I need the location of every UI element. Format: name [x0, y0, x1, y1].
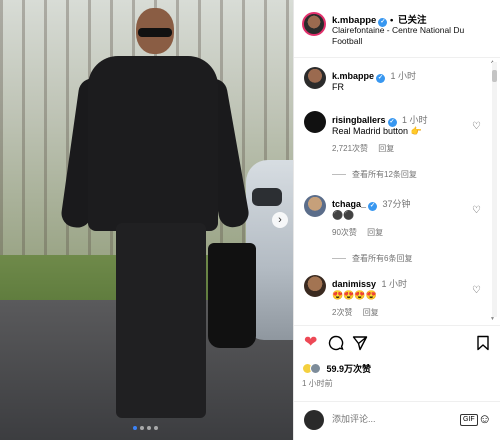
liker-avatars [302, 363, 324, 374]
likes-count[interactable]: 59.9万次赞 [302, 362, 371, 375]
comment-username[interactable]: tchaga_ [332, 199, 366, 209]
comment-author: tchaga_ ✓ 37分钟 [332, 197, 411, 211]
comment-text: 😍😍😍😍 [332, 290, 377, 300]
comment-username[interactable]: danimissy [332, 279, 376, 289]
comment-username[interactable]: risingballers [332, 115, 386, 125]
caption-author: k.mbappe ✓ 1 小时 [332, 69, 416, 83]
verified-badge-icon: ✓ [368, 202, 378, 211]
comment-author: danimissy 1 小时 [332, 277, 407, 290]
comment-like-icon[interactable]: ♡ [472, 121, 481, 132]
avatar[interactable] [304, 67, 326, 89]
reply-button[interactable]: 回复 [378, 144, 394, 153]
car-headlight [252, 188, 282, 206]
scroll-down-icon[interactable]: ▼ [490, 316, 495, 322]
comment-time: 1 小时 [381, 279, 408, 289]
caption-text: FR [332, 82, 344, 92]
caption-username[interactable]: k.mbappe [332, 71, 374, 81]
liker-avatar [310, 363, 321, 374]
avatar [304, 410, 324, 430]
comment-time: 1 小时 [402, 115, 428, 125]
caption-time: 1 小时 [390, 71, 417, 81]
view-replies-button[interactable]: 查看所有6条回复 [352, 253, 412, 264]
post-header: k.mbappe ✓ • 已关注 Clairefontaine - Centre … [294, 0, 500, 58]
comment-text: ⚫⚫ [332, 210, 355, 220]
emoji-icon[interactable]: ☺ [478, 411, 491, 426]
heart-filled-icon[interactable]: ❤ [304, 335, 317, 351]
comments-list[interactable]: k.mbappe ✓ 1 小时 FR risingballers ✓ 1 小时 Re… [294, 59, 494, 321]
comment-likes[interactable]: 2次赞 [332, 308, 352, 317]
comment-likes[interactable]: 2,721次赞 [332, 144, 368, 153]
carousel-dot[interactable] [147, 426, 151, 430]
avatar[interactable] [304, 195, 326, 217]
comment-text: Real Madrid button 👉 [332, 126, 422, 136]
post-media[interactable]: › [0, 0, 293, 440]
gif-button[interactable]: GIF [460, 414, 478, 426]
comment-icon-svg [328, 335, 344, 351]
person-bag [208, 243, 256, 348]
comment-author: risingballers ✓ 1 小时 [332, 113, 428, 127]
comment-meta: 2次赞 回复 [332, 307, 387, 318]
post-person [59, 8, 256, 428]
comment-input[interactable] [332, 414, 452, 424]
send-icon-svg [352, 336, 368, 351]
carousel-dot[interactable] [133, 426, 137, 430]
comment-meta: 2,721次赞 回复 [332, 143, 402, 154]
comments-scrollbar[interactable] [492, 62, 497, 317]
carousel-dot[interactable] [140, 426, 144, 430]
person-sunglasses [138, 28, 172, 37]
post-actions: ❤ 59.9万次赞 1 小时前 GIF ☺ [294, 325, 500, 440]
post-side-panel: k.mbappe ✓ • 已关注 Clairefontaine - Centre … [293, 0, 500, 440]
comment-like-icon[interactable]: ♡ [472, 205, 481, 216]
comment-meta: 90次赞 回复 [332, 227, 391, 238]
comment-time: 37分钟 [382, 199, 411, 209]
view-replies-button[interactable]: 查看所有12条回复 [352, 169, 417, 180]
comment-like-icon[interactable]: ♡ [472, 285, 481, 296]
person-legs [116, 223, 206, 418]
comment-likes[interactable]: 90次赞 [332, 228, 357, 237]
avatar[interactable] [302, 12, 326, 36]
reply-button[interactable]: 回复 [367, 228, 383, 237]
verified-badge-icon: ✓ [376, 74, 386, 83]
carousel-dots [133, 426, 158, 430]
bookmark-icon-svg [477, 335, 489, 351]
comment-composer: GIF ☺ [294, 401, 500, 440]
comment-icon[interactable] [328, 335, 344, 355]
carousel-dot[interactable] [154, 426, 158, 430]
bookmark-icon[interactable] [476, 335, 490, 355]
avatar[interactable] [304, 111, 326, 133]
likes-text[interactable]: 59.9万次赞 [327, 364, 372, 374]
post-location[interactable]: Clairefontaine - Centre National Du Foot… [332, 25, 492, 47]
avatar[interactable] [304, 275, 326, 297]
posted-time: 1 小时前 [302, 379, 333, 388]
reply-button[interactable]: 回复 [363, 308, 379, 317]
person-torso [88, 56, 218, 231]
send-icon[interactable] [352, 335, 368, 355]
scrollbar-thumb[interactable] [492, 70, 497, 82]
carousel-next-button[interactable]: › [272, 212, 288, 228]
